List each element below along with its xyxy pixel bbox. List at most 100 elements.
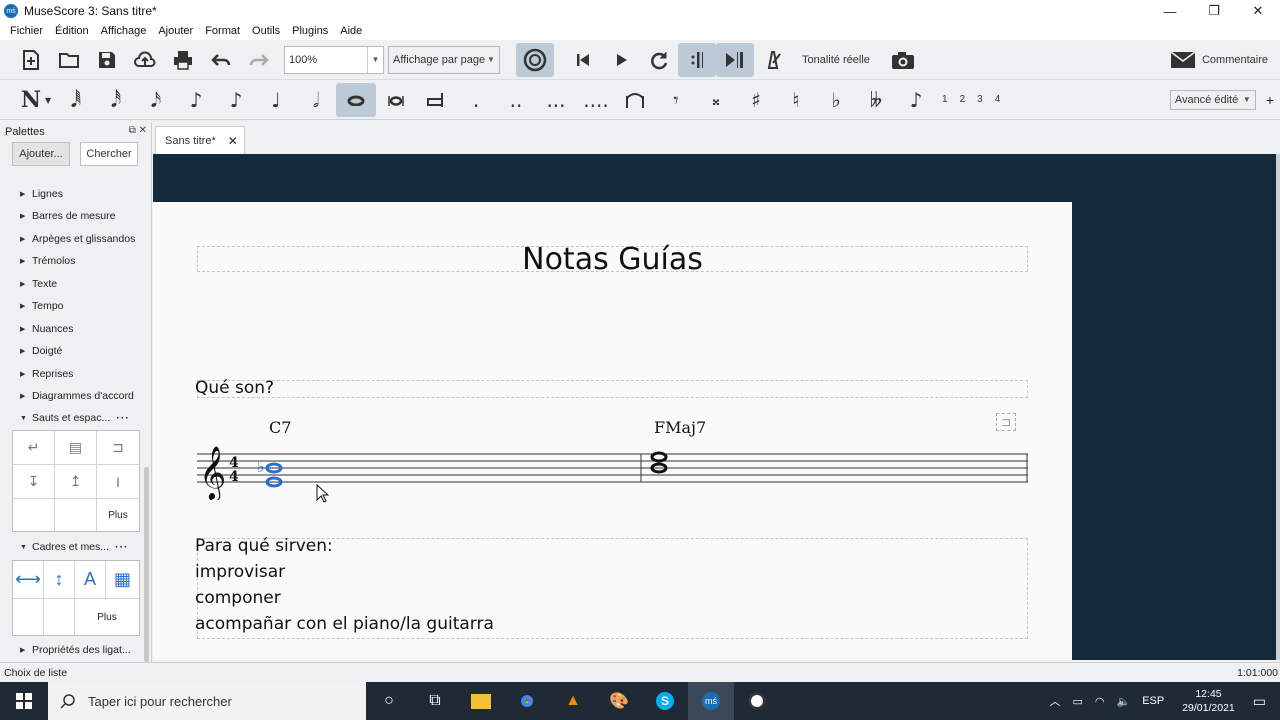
chevron-down-icon[interactable]: ▼ [367, 46, 383, 73]
restore-button[interactable]: ❐ [1192, 0, 1236, 22]
camera-icon[interactable] [884, 43, 922, 77]
rest-icon[interactable]: 𝄾 [656, 83, 696, 117]
fretboard-frame-icon[interactable]: ▦ [106, 561, 139, 599]
menu-format[interactable]: Format [205, 25, 240, 37]
file-explorer-icon[interactable] [458, 682, 504, 720]
page-break-icon[interactable]: ▤ [55, 431, 97, 465]
horizontal-frame-icon[interactable]: ⟷ [13, 561, 44, 599]
search-palette-button[interactable]: Chercher [80, 142, 138, 166]
voice-1-button[interactable]: 1 [942, 94, 948, 105]
score-page[interactable]: Notas Guías Qué son? C7 FMaj7 𝄞 4 4 ♭ ⊐ … [153, 202, 1072, 660]
longa-note-icon[interactable] [416, 83, 456, 117]
save-icon[interactable] [88, 43, 126, 77]
text-line-2[interactable]: improvisar [195, 562, 285, 582]
text-frame-icon[interactable]: A [75, 561, 106, 599]
double-dot-icon[interactable]: .. [496, 83, 536, 117]
task-view-icon[interactable]: ⧉ [412, 682, 458, 720]
sixty-fourth-note-icon[interactable]: 𝅘𝅥𝅱 [56, 83, 96, 117]
subtitle-frame[interactable] [197, 380, 1028, 398]
sharp-icon[interactable]: ♯ [736, 83, 776, 117]
text-line-4[interactable]: acompañar con el piano/la guitarra [195, 614, 494, 634]
vlc-icon[interactable]: ▲ [550, 682, 596, 720]
vertical-scrollbar[interactable] [1276, 154, 1280, 660]
menu-tools[interactable]: Outils [252, 25, 280, 37]
menu-file[interactable]: Fichier [10, 25, 43, 37]
more-breaks-button[interactable]: Plus [97, 499, 139, 531]
line-break-icon[interactable]: ↵ [13, 431, 55, 465]
more-options-icon[interactable]: ··· [116, 412, 130, 424]
flip-direction-icon[interactable]: ♪ [896, 83, 936, 117]
thirty-second-note-icon[interactable]: 𝅘𝅥𝅰 [96, 83, 136, 117]
palette-beam-properties[interactable]: ▶ Propriétés des ligat... [20, 644, 131, 656]
wifi-icon[interactable]: ◠ [1095, 695, 1105, 708]
half-note-icon[interactable]: 𝅗𝅥 [296, 83, 336, 117]
palettes-scrollbar[interactable] [144, 467, 149, 662]
chord-symbol-fmaj7[interactable]: FMaj7 [654, 418, 706, 437]
loop-icon[interactable] [640, 43, 678, 77]
language-indicator[interactable]: ESP [1142, 695, 1164, 707]
voice-4-button[interactable]: 4 [995, 94, 1001, 105]
notifications-icon[interactable]: ▭ [1253, 693, 1266, 710]
play-icon[interactable] [602, 43, 640, 77]
rewind-icon[interactable] [564, 43, 602, 77]
section-break-marker-icon[interactable]: ⊐ [996, 413, 1016, 431]
menu-view[interactable]: Affichage [101, 25, 147, 37]
new-score-icon[interactable] [12, 43, 50, 77]
tie-icon[interactable] [616, 83, 656, 117]
menu-edit[interactable]: Édition [55, 25, 89, 37]
cloud-upload-icon[interactable] [126, 43, 164, 77]
palette-frames-measures[interactable]: ▼ Cadres et mes... ··· [20, 541, 129, 553]
eighth-note-icon[interactable]: ♪ [176, 83, 216, 117]
double-flat-icon[interactable]: 𝄫 [856, 83, 896, 117]
breve-note-icon[interactable] [376, 83, 416, 117]
cortana-icon[interactable]: ○ [366, 682, 412, 720]
sixteenth-note-icon[interactable]: 𝅘𝅥𝅯 [136, 83, 176, 117]
redo-icon[interactable] [240, 43, 278, 77]
text-line-3[interactable]: componer [195, 588, 281, 608]
palette-chord-diagrams[interactable]: ▶ Diagrammes d'accord [20, 390, 134, 402]
whole-note-icon[interactable] [336, 82, 376, 117]
panel-float-close-icon[interactable]: ⧉ ✕ [129, 125, 147, 136]
palette-lines[interactable]: ▶ Lignes [20, 188, 63, 200]
voice-3-button[interactable]: 3 [977, 94, 983, 105]
chevron-down-icon[interactable]: ▼ [483, 47, 499, 73]
palette-tremolos[interactable]: ▶ Trémolos [20, 255, 75, 267]
windows-start-icon[interactable] [0, 682, 48, 720]
quarter-note-icon[interactable]: ♩ [256, 83, 296, 117]
triple-dot-icon[interactable]: ... [536, 83, 576, 117]
print-icon[interactable] [164, 43, 202, 77]
palette-fingering[interactable]: ▶ Doigté [20, 345, 62, 357]
palette-text[interactable]: ▶ Texte [20, 278, 57, 290]
voice-2-button[interactable]: 2 [960, 94, 966, 105]
loop-out-icon[interactable] [716, 42, 754, 77]
concert-pitch-toggle[interactable]: Tonalité réelle [802, 54, 870, 66]
tray-chevron-up-icon[interactable]: ︿ [1049, 693, 1060, 709]
note-input-mode-icon[interactable] [516, 42, 554, 77]
chevron-down-icon[interactable]: ▼ [1239, 91, 1255, 109]
volume-icon[interactable]: 🔈 [1116, 695, 1130, 708]
clock[interactable]: 12:45 29/01/2021 [1182, 687, 1235, 715]
menu-plugins[interactable]: Plugins [292, 25, 328, 37]
skype-icon[interactable]: S [642, 682, 688, 720]
menu-add[interactable]: Ajouter [158, 25, 193, 37]
add-palette-button[interactable]: Ajouter... [12, 142, 70, 166]
close-tab-icon[interactable]: ✕ [228, 134, 238, 148]
chrome-icon[interactable] [504, 682, 550, 720]
natural-icon[interactable]: ♮ [776, 83, 816, 117]
menu-help[interactable]: Aide [340, 25, 362, 37]
feedback-link[interactable]: Commentaire [1202, 54, 1268, 66]
palette-dynamics[interactable]: ▶ Nuances [20, 323, 73, 335]
battery-icon[interactable]: ▭ [1072, 695, 1082, 708]
close-window-button[interactable]: ✕ [1236, 0, 1280, 22]
undo-icon[interactable] [202, 43, 240, 77]
spacer-fixed-icon[interactable]: I [97, 465, 139, 499]
score-title[interactable]: Notas Guías [153, 242, 1072, 277]
quadruple-dot-icon[interactable]: .... [576, 83, 616, 117]
loop-in-icon[interactable] [678, 42, 716, 77]
zoom-combo[interactable]: 100% ▼ [284, 45, 384, 74]
spacer-down-icon[interactable]: ↧ [13, 465, 55, 499]
chord-symbol-c7[interactable]: C7 [269, 418, 291, 437]
view-mode-combo[interactable]: Affichage par page ▼ [388, 45, 500, 74]
obs-icon[interactable] [734, 682, 780, 720]
paint-icon[interactable]: 🎨 [596, 682, 642, 720]
